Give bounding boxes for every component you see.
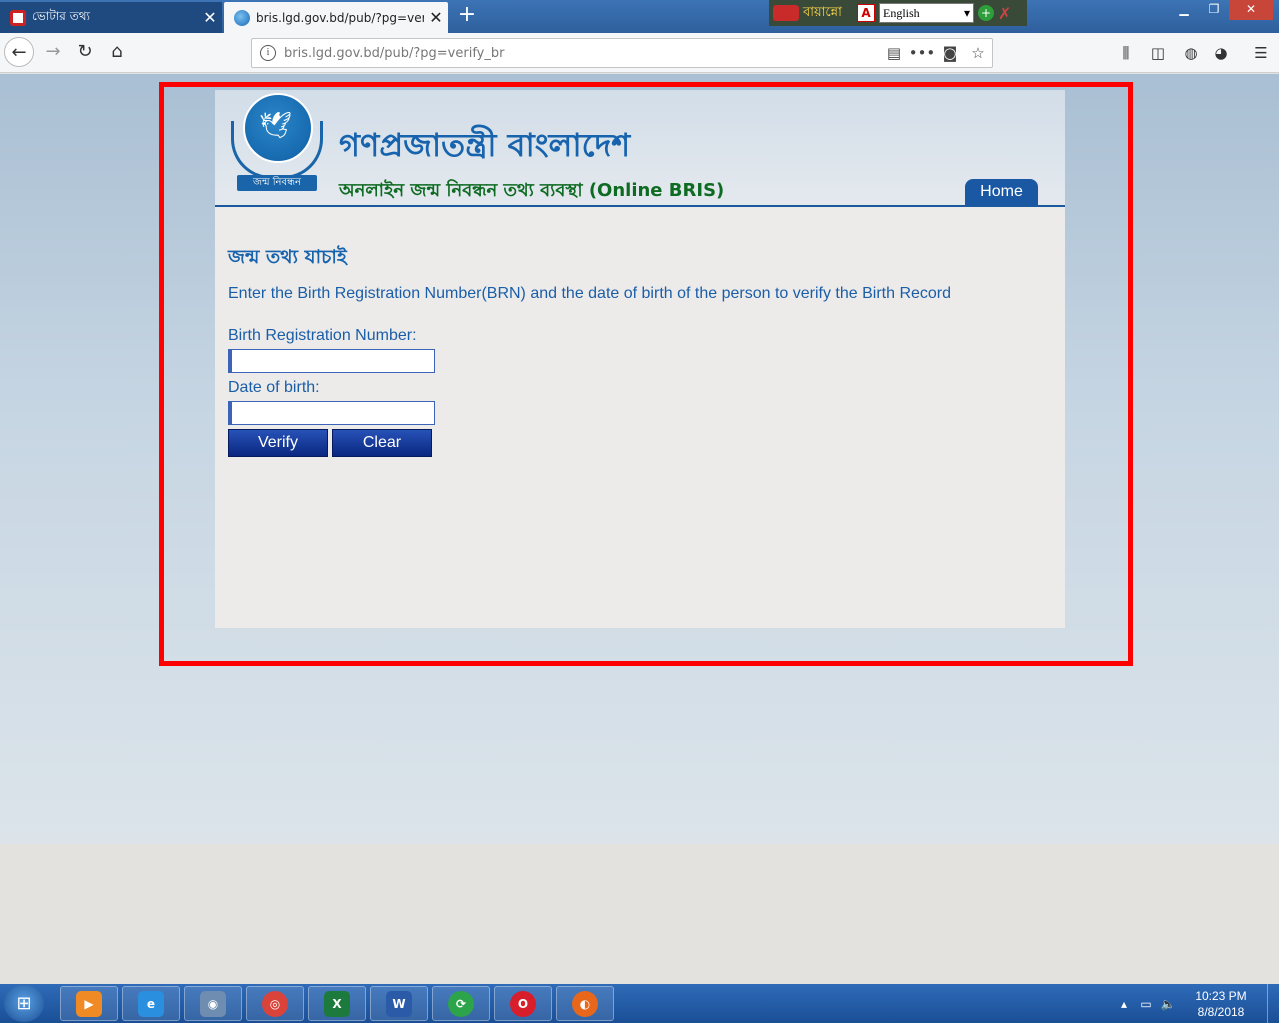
- brn-input[interactable]: [228, 349, 435, 373]
- bris-page-container: 🕊 জন্ম নিবন্ধন গণপ্রজাতন্ত্রী বাংলাদেশ অ…: [215, 90, 1065, 628]
- taskbar-media-player[interactable]: ▶: [60, 986, 118, 1021]
- minimize-icon[interactable]: ▁: [1169, 0, 1199, 20]
- extension-globe-icon[interactable]: ◕: [1208, 41, 1234, 65]
- home-icon[interactable]: ⌂: [102, 37, 132, 67]
- tiger-logo-icon: [773, 5, 799, 21]
- reader-view-icon[interactable]: ▤: [880, 44, 908, 62]
- clock-time: 10:23 PM: [1195, 988, 1247, 1003]
- taskbar-firefox[interactable]: ◐: [556, 986, 614, 1021]
- instruction-text: Enter the Birth Registration Number(BRN)…: [228, 285, 952, 302]
- library-icon[interactable]: ⫼: [1113, 41, 1139, 65]
- windows-taskbar: ⊞ ▶ e ◉ ◎ X W ⟳ O ◐ ▴ ▭ 🔈 10:23 PM 8/8/2…: [0, 984, 1279, 1023]
- firefox-icon: ◐: [572, 990, 598, 1017]
- file-app-icon: ◉: [200, 990, 226, 1017]
- clear-button[interactable]: Clear: [332, 429, 432, 457]
- taskbar-chrome[interactable]: ◎: [246, 986, 304, 1021]
- site-header: 🕊 জন্ম নিবন্ধন গণপ্রজাতন্ত্রী বাংলাদেশ অ…: [215, 90, 1065, 207]
- acrobat-icon[interactable]: A: [857, 4, 875, 22]
- bookmark-star-icon[interactable]: ☆: [964, 44, 992, 62]
- tab-bris-verify[interactable]: bris.lgd.gov.bd/pub/?pg=verify ✕: [224, 2, 448, 33]
- birth-registration-logo: 🕊 জন্ম নিবন্ধন: [229, 93, 325, 193]
- tab-voter-info[interactable]: ভোটার তথ্য ✕: [0, 2, 222, 33]
- globe-favicon-icon: [234, 9, 250, 26]
- ime-app-name: বায়ান্নো: [803, 4, 842, 20]
- tab-title: ভোটার তথ্য: [32, 8, 90, 23]
- language-select[interactable]: English ▾: [879, 3, 974, 23]
- taskbar-word[interactable]: W: [370, 986, 428, 1021]
- taskbar-green-app[interactable]: ⟳: [432, 986, 490, 1021]
- back-arrow-icon[interactable]: ←: [4, 37, 34, 67]
- tray-expand-icon[interactable]: ▴: [1113, 997, 1135, 1011]
- ime-toolbar: বায়ান্নো A English ▾ + ✗: [769, 0, 1027, 26]
- start-button-icon[interactable]: ⊞: [4, 985, 44, 1022]
- taskbar-file-app[interactable]: ◉: [184, 986, 242, 1021]
- pocket-icon[interactable]: ◙: [936, 44, 964, 62]
- logo-banner: জন্ম নিবন্ধন: [237, 175, 317, 191]
- page-actions-icon[interactable]: •••: [908, 44, 936, 62]
- show-desktop-button[interactable]: [1267, 984, 1279, 1023]
- verify-button[interactable]: Verify: [228, 429, 328, 457]
- window-close-icon[interactable]: ✕: [1229, 0, 1273, 20]
- new-tab-button[interactable]: +: [455, 4, 479, 28]
- site-title: গণপ্রজাতন্ত্রী বাংলাদেশ: [339, 126, 631, 164]
- forward-arrow-icon[interactable]: →: [38, 37, 68, 67]
- home-nav-tab[interactable]: Home: [965, 179, 1038, 205]
- site-subtitle: অনলাইন জন্ম নিবন্ধন তথ্য ব্যবস্থা (Onlin…: [339, 180, 725, 201]
- close-tab-icon[interactable]: ✕: [198, 8, 222, 27]
- taskbar-opera[interactable]: O: [494, 986, 552, 1021]
- verify-form-section: জন্ম তথ্য যাচাই Enter the Birth Registra…: [215, 207, 1065, 457]
- site-info-icon[interactable]: i: [260, 45, 276, 61]
- window-controls: ▁ ❐ ✕: [1169, 0, 1273, 20]
- media-player-icon: ▶: [76, 990, 102, 1017]
- taskbar-internet-explorer[interactable]: e: [122, 986, 180, 1021]
- navigation-toolbar: ← → ↻ ⌂ i ▤ ••• ◙ ☆ ⫼ ◫ ◍ ◕ ☰: [0, 33, 1279, 73]
- voter-site-favicon-icon: [10, 9, 26, 26]
- network-icon[interactable]: ▭: [1135, 997, 1157, 1011]
- opera-icon: O: [510, 990, 536, 1017]
- hands-icon: [231, 121, 323, 179]
- chrome-icon: ◎: [262, 990, 288, 1017]
- web-page-viewport: 🕊 জন্ম নিবন্ধন গণপ্রজাতন্ত্রী বাংলাদেশ অ…: [0, 74, 1279, 844]
- menu-hamburger-icon[interactable]: ☰: [1248, 41, 1274, 65]
- extension-nl-icon[interactable]: ◍: [1178, 41, 1204, 65]
- word-icon: W: [386, 990, 412, 1017]
- language-value: English: [883, 5, 920, 20]
- address-bar[interactable]: i ▤ ••• ◙ ☆: [251, 38, 993, 68]
- plus-circle-icon[interactable]: +: [978, 5, 994, 21]
- dob-input[interactable]: [228, 401, 435, 425]
- form-buttons: Verify Clear: [228, 429, 1052, 457]
- excel-icon: X: [324, 990, 350, 1017]
- green-app-icon: ⟳: [448, 990, 474, 1017]
- url-input[interactable]: [284, 45, 880, 61]
- chevron-down-icon: ▾: [963, 5, 970, 20]
- tab-title: bris.lgd.gov.bd/pub/?pg=verify: [256, 10, 424, 25]
- restore-icon[interactable]: ❐: [1199, 0, 1229, 20]
- sidebar-icon[interactable]: ◫: [1145, 41, 1171, 65]
- taskbar-excel[interactable]: X: [308, 986, 366, 1021]
- internet-explorer-icon: e: [138, 990, 164, 1017]
- browser-tab-strip: ভোটার তথ্য ✕ bris.lgd.gov.bd/pub/?pg=ver…: [0, 0, 1279, 33]
- system-tray: ▴ ▭ 🔈 10:23 PM 8/8/2018: [1113, 984, 1279, 1023]
- clock-date: 8/8/2018: [1197, 1004, 1245, 1019]
- volume-icon[interactable]: 🔈: [1157, 997, 1179, 1011]
- clock[interactable]: 10:23 PM 8/8/2018: [1179, 988, 1263, 1020]
- reload-icon[interactable]: ↻: [70, 37, 100, 67]
- brn-label: Birth Registration Number:: [228, 327, 417, 344]
- page-title: জন্ম তথ্য যাচাই: [228, 246, 347, 268]
- close-tab-icon[interactable]: ✕: [424, 8, 448, 27]
- dob-label: Date of birth:: [228, 379, 320, 396]
- close-ime-icon[interactable]: ✗: [998, 4, 1016, 23]
